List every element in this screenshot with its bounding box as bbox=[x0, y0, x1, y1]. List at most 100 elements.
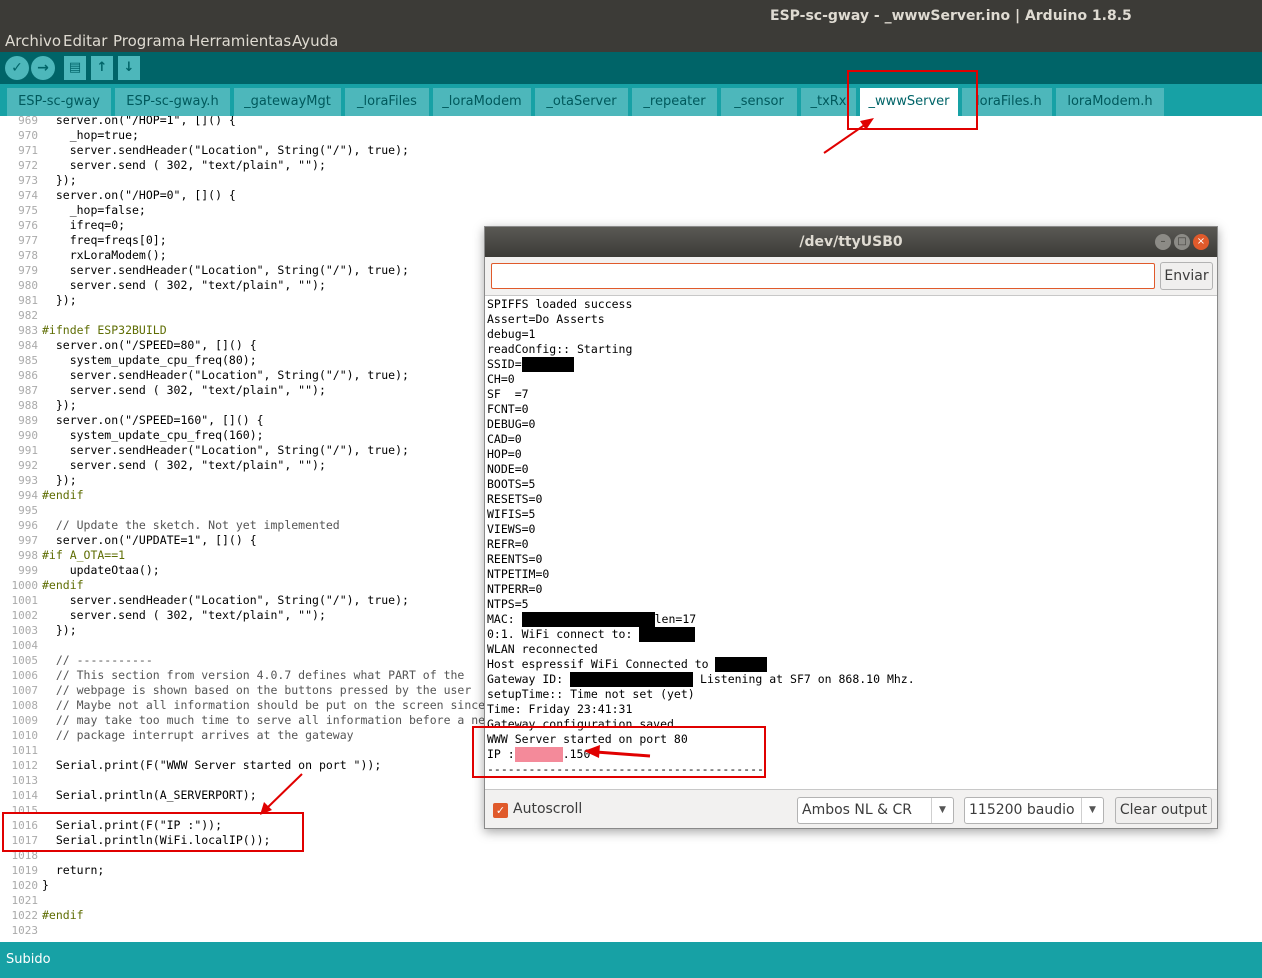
code-line: Serial.print(F("WWW Server started on po… bbox=[42, 758, 382, 772]
status-text: Subido bbox=[6, 952, 51, 967]
code-line: server.send ( 302, "text/plain", ""); bbox=[42, 608, 326, 622]
tab-loramodem[interactable]: _loraModem bbox=[433, 88, 531, 116]
line-number: 987 bbox=[18, 384, 38, 397]
send-button[interactable]: Enviar bbox=[1160, 262, 1213, 290]
redacted-block bbox=[639, 627, 696, 642]
serial-output-text: MAC: bbox=[487, 612, 522, 626]
redacted-block bbox=[521, 357, 574, 372]
menu-herramientas[interactable]: Herramientas bbox=[189, 32, 291, 50]
code-line: #endif bbox=[42, 488, 84, 502]
minimize-icon[interactable]: – bbox=[1155, 234, 1171, 250]
serial-monitor-titlebar[interactable]: /dev/ttyUSB0 bbox=[485, 227, 1217, 257]
line-ending-select[interactable]: Ambos NL & CR ▼ bbox=[797, 797, 954, 824]
serial-output-line: 0:1. WiFi connect to: bbox=[487, 627, 696, 642]
menu-archivo[interactable]: Archivo bbox=[5, 32, 61, 50]
tab-gatewaymgt[interactable]: _gatewayMgt bbox=[234, 88, 341, 116]
tab-lorafiles[interactable]: _loraFiles bbox=[345, 88, 429, 116]
serial-output-line: NTPS=5 bbox=[487, 597, 529, 612]
maximize-icon[interactable]: □ bbox=[1174, 234, 1190, 250]
menu-editar[interactable]: Editar bbox=[63, 32, 107, 50]
close-icon[interactable]: × bbox=[1193, 234, 1209, 250]
serial-output-line: CH=0 bbox=[487, 372, 515, 387]
tab-bar: ESP-sc-gway ESP-sc-gway.h _gatewayMgt _l… bbox=[0, 84, 1262, 116]
code-line: #if A_OTA==1 bbox=[42, 548, 126, 562]
line-number: 1007 bbox=[11, 684, 39, 697]
line-number: 981 bbox=[18, 294, 38, 307]
line-number: 1020 bbox=[11, 879, 39, 892]
code-line: server.sendHeader("Location", String("/"… bbox=[42, 593, 409, 607]
line-number: 1001 bbox=[11, 594, 39, 607]
code-line: return; bbox=[42, 863, 105, 877]
redacted-block bbox=[521, 612, 655, 627]
line-number: 1010 bbox=[11, 729, 39, 742]
serial-output-text: REENTS=0 bbox=[487, 552, 543, 566]
code-line: server.on("/HOP=1", []() { bbox=[42, 116, 236, 127]
code-line: }); bbox=[42, 173, 77, 187]
line-number: 1000 bbox=[11, 579, 39, 592]
line-number: 986 bbox=[18, 369, 38, 382]
line-number: 982 bbox=[18, 309, 38, 322]
line-number: 977 bbox=[18, 234, 38, 247]
line-number: 980 bbox=[18, 279, 38, 292]
line-number: 970 bbox=[18, 129, 38, 142]
code-line: // webpage is shown based on the buttons… bbox=[42, 683, 472, 697]
serial-monitor-title: /dev/ttyUSB0 bbox=[799, 234, 903, 250]
tab-sensor[interactable]: _sensor bbox=[721, 88, 797, 116]
menu-ayuda[interactable]: Ayuda bbox=[292, 32, 338, 50]
line-number: 983 bbox=[18, 324, 38, 337]
serial-output-line: SSID= bbox=[487, 357, 574, 372]
new-sketch-button[interactable]: ▤ bbox=[64, 56, 86, 80]
serial-output-line: NTPERR=0 bbox=[487, 582, 542, 597]
tab-repeater[interactable]: _repeater bbox=[632, 88, 717, 116]
line-number: 1008 bbox=[11, 699, 39, 712]
arrow-up-icon: ↑ bbox=[96, 60, 108, 75]
chevron-down-icon: ▼ bbox=[1081, 798, 1103, 823]
verify-button[interactable]: ✓ bbox=[5, 56, 29, 80]
serial-output-line: RESETS=0 bbox=[487, 492, 542, 507]
code-line: }); bbox=[42, 473, 77, 487]
baud-rate-select[interactable]: 115200 baudio ▼ bbox=[964, 797, 1104, 824]
serial-output-line: WLAN reconnected bbox=[487, 642, 598, 657]
code-line: // Update the sketch. Not yet implemente… bbox=[42, 518, 340, 532]
line-number: 974 bbox=[18, 189, 38, 202]
line-number: 984 bbox=[18, 339, 38, 352]
arrow-right-icon: → bbox=[37, 60, 49, 76]
serial-output-text: WIFIS=5 bbox=[487, 507, 536, 521]
line-number: 990 bbox=[18, 429, 38, 442]
serial-output-text: NTPERR=0 bbox=[487, 582, 543, 596]
line-number: 994 bbox=[18, 489, 38, 502]
serial-input-field[interactable] bbox=[491, 263, 1155, 289]
tab-loramodem-h[interactable]: loraModem.h bbox=[1056, 88, 1164, 116]
line-number: 996 bbox=[18, 519, 38, 532]
tab-esp-sc-gway[interactable]: ESP-sc-gway bbox=[7, 88, 111, 116]
save-sketch-button[interactable]: ↓ bbox=[118, 56, 140, 80]
tab-otaserver[interactable]: _otaServer bbox=[535, 88, 628, 116]
baud-rate-value: 115200 baudio bbox=[969, 802, 1075, 818]
serial-output-text: NODE=0 bbox=[487, 462, 529, 476]
serial-output-text: readConfig:: Starting bbox=[487, 342, 633, 356]
serial-output-text: Host espressif WiFi Connected to bbox=[487, 657, 716, 671]
serial-output-suffix: Listening at SF7 on 868.10 Mhz. bbox=[693, 672, 915, 686]
tab-esp-sc-gway-h[interactable]: ESP-sc-gway.h bbox=[115, 88, 230, 116]
autoscroll-checkbox[interactable]: ✓ bbox=[493, 803, 508, 818]
line-number: 989 bbox=[18, 414, 38, 427]
upload-button[interactable]: → bbox=[31, 56, 55, 80]
redacted-block bbox=[570, 672, 694, 687]
line-number: 1006 bbox=[11, 669, 39, 682]
line-number: 1022 bbox=[11, 909, 39, 922]
serial-output-text: BOOTS=5 bbox=[487, 477, 536, 491]
serial-output-line: MAC: len=17 bbox=[487, 612, 696, 627]
serial-output-text: DEBUG=0 bbox=[487, 417, 536, 431]
code-line: // may take too much time to serve all i… bbox=[42, 713, 499, 727]
code-line: // ----------- bbox=[42, 653, 153, 667]
code-line: system_update_cpu_freq(160); bbox=[42, 428, 264, 442]
open-sketch-button[interactable]: ↑ bbox=[91, 56, 113, 80]
clear-output-button[interactable]: Clear output bbox=[1115, 797, 1212, 824]
line-number: 972 bbox=[18, 159, 38, 172]
code-line: // package interrupt arrives at the gate… bbox=[42, 728, 354, 742]
menu-programa[interactable]: Programa bbox=[113, 32, 185, 50]
status-bar: Subido bbox=[0, 942, 1262, 978]
window-title: ESP-sc-gway - _wwwServer.ino | Arduino 1… bbox=[770, 8, 1132, 24]
serial-output-text: NTPS=5 bbox=[487, 597, 529, 611]
serial-output-line: SPIFFS loaded success bbox=[487, 297, 632, 312]
